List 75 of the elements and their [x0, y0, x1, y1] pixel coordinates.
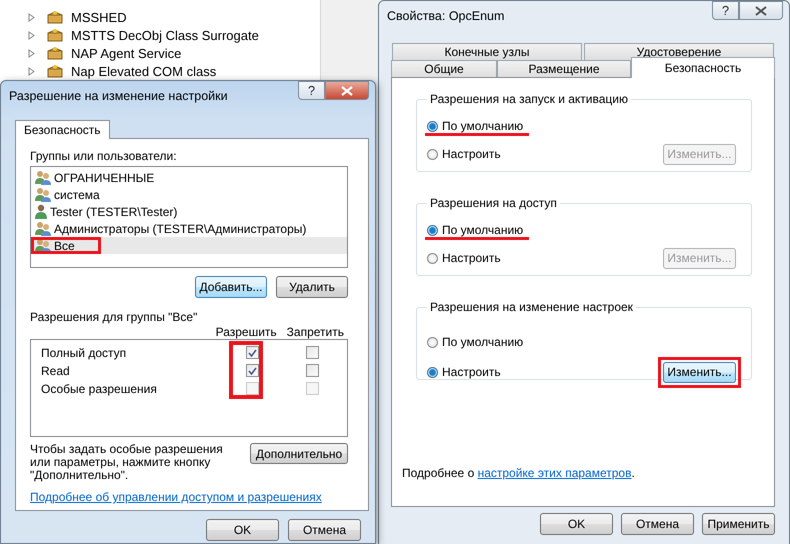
column-header: Разрешить	[216, 325, 277, 339]
user-group-icon	[35, 187, 51, 202]
radio-button[interactable]	[427, 148, 438, 160]
list-item[interactable]: ОГРАНИЧЕННЫЕ	[35, 169, 347, 186]
hint-text: Чтобы задать особые разрешения или параметры, нажмите кнопку "Дополнительно".	[30, 443, 224, 482]
list-action-button[interactable]: Удалить	[276, 276, 348, 298]
radio-button[interactable]	[427, 336, 438, 348]
tree-item-label[interactable]: Nap Elevated COM class	[71, 64, 216, 78]
window-title: Свойства: OpcEnum	[387, 9, 504, 23]
package-icon	[47, 64, 63, 78]
permission-name: Особые разрешения	[41, 382, 158, 396]
user-name: система	[54, 188, 100, 202]
group-title: Разрешения на доступ	[429, 196, 558, 210]
window-title: Разрешение на изменение настройки	[9, 89, 228, 103]
permission-name: Read	[41, 364, 71, 378]
user-name: Все	[54, 238, 75, 252]
list-action-button[interactable]: Добавить...	[195, 276, 267, 298]
dialog-button[interactable]: Отмена	[621, 513, 694, 535]
help-text: Подробнее о настройке этих параметров.	[402, 466, 636, 480]
allow-checkbox[interactable]	[246, 346, 259, 359]
user-name: Администраторы (TESTER\Администраторы)	[54, 222, 306, 236]
radio-label[interactable]: По умолчанию	[442, 335, 524, 349]
tab[interactable]: Общие	[391, 60, 497, 77]
advanced-button[interactable]: Дополнительно	[250, 443, 348, 464]
radio-button[interactable]	[427, 252, 438, 264]
radio-label[interactable]: Настроить	[442, 365, 501, 379]
group-title: Разрешения на изменение настроек	[429, 300, 634, 314]
radio-button[interactable]	[427, 224, 438, 236]
edit-button[interactable]: Изменить...	[663, 362, 736, 382]
group-title: Разрешения на запуск и активацию	[429, 92, 629, 106]
user-name: ОГРАНИЧЕННЫЕ	[54, 170, 154, 184]
package-icon	[47, 28, 63, 42]
list-item[interactable]: система	[35, 186, 347, 203]
package-icon	[47, 10, 63, 24]
user-group-icon	[35, 170, 51, 185]
column-header: Запретить	[286, 325, 344, 339]
close-icon	[341, 86, 353, 96]
list-item[interactable]: Tester (TESTER\Tester)	[35, 203, 347, 220]
radio-label[interactable]: По умолчанию	[442, 223, 524, 237]
package-icon	[47, 46, 63, 60]
tree-item-label[interactable]: MSSHED	[71, 10, 127, 24]
radio-label[interactable]: Настроить	[442, 147, 501, 161]
help-button[interactable]: ?	[712, 1, 739, 20]
tab[interactable]: Конечные узлы	[392, 43, 582, 60]
allow-checkbox[interactable]	[246, 364, 259, 377]
radio-label[interactable]: Настроить	[442, 251, 501, 265]
close-button[interactable]	[325, 81, 369, 100]
settings-link[interactable]: настройке этих параметров	[478, 466, 632, 480]
radio-label[interactable]: По умолчанию	[442, 119, 524, 133]
user-name: Tester (TESTER\Tester)	[50, 204, 178, 218]
help-link[interactable]: Подробнее об управлении доступом и разрешениях	[30, 490, 348, 504]
radio-button[interactable]	[427, 366, 438, 378]
list-item[interactable]: Все	[31, 237, 347, 254]
tree-item-label[interactable]: MSTTS DecObj Class Surrogate	[71, 28, 259, 42]
user-group-icon	[35, 238, 51, 253]
tab[interactable]: Безопасность	[15, 120, 110, 139]
list-item[interactable]: Администраторы (TESTER\Администраторы)	[35, 220, 347, 237]
dialog-button[interactable]: Применить	[702, 513, 775, 535]
deny-checkbox[interactable]	[306, 346, 319, 359]
tab[interactable]: Размещение	[497, 60, 631, 77]
user-group-icon	[35, 221, 51, 236]
tree-item-label[interactable]: NAP Agent Service	[71, 46, 182, 60]
dialog-button[interactable]: OK	[206, 519, 279, 541]
close-icon	[755, 6, 767, 16]
list-label: Группы или пользователи:	[30, 149, 178, 163]
permissions-label: Разрешения для группы "Все"	[30, 310, 198, 324]
tab[interactable]: Безопасность	[631, 57, 775, 78]
close-button[interactable]	[739, 1, 783, 20]
radio-button[interactable]	[427, 120, 438, 132]
dialog-button[interactable]: Отмена	[288, 519, 361, 541]
deny-checkbox[interactable]	[306, 364, 319, 377]
help-button[interactable]: ?	[298, 81, 325, 100]
permission-name: Полный доступ	[41, 346, 128, 360]
user-icon	[35, 204, 47, 219]
dialog-button[interactable]: OK	[540, 513, 613, 535]
